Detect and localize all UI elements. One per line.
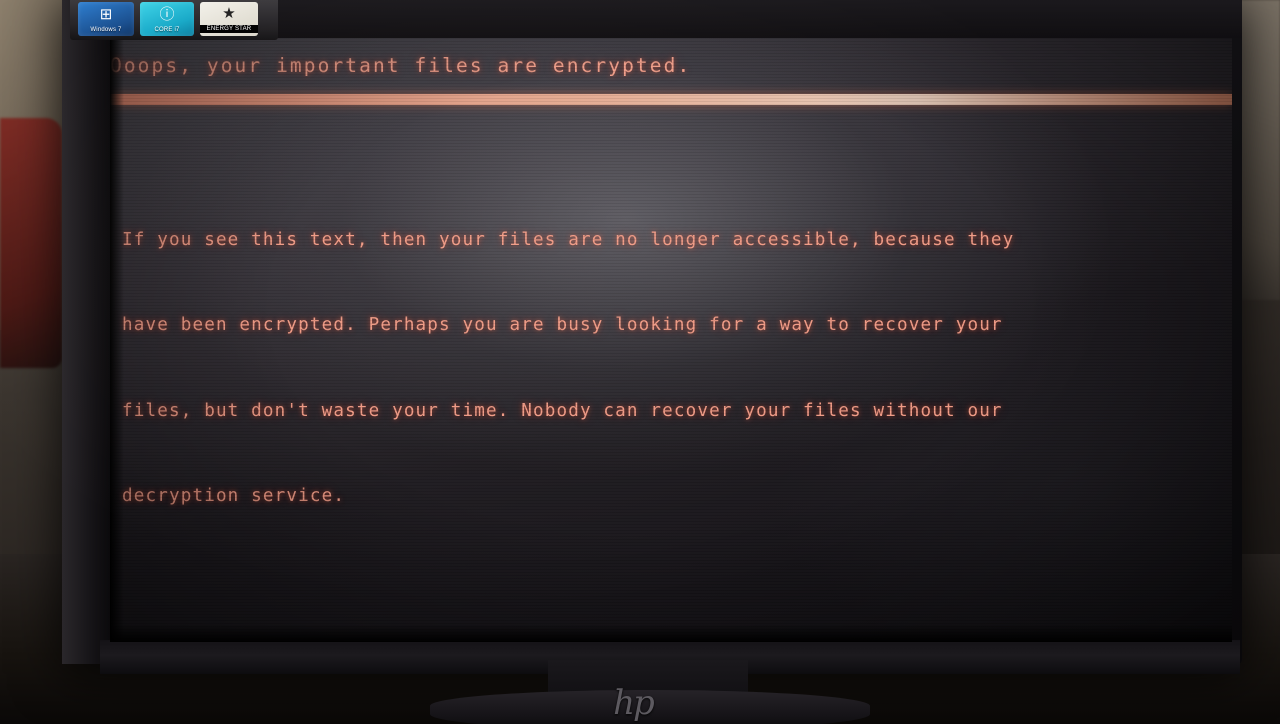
ransom-headline: Ooops, your important files are encrypte… [110, 54, 692, 77]
sticker-intel-core: ⓘ CORE i7 [140, 2, 194, 36]
intro-line-2: have been encrypted. Perhaps you are bus… [122, 315, 1003, 335]
screen-edge-shadow-left [110, 38, 124, 642]
intro-line-1: If you see this text, then your files ar… [122, 229, 1015, 250]
ransom-body: If you see this text, then your files ar… [110, 112, 1232, 643]
energy-star-icon: ★ [222, 5, 236, 22]
sticker-label: ENERGY STAR [200, 25, 258, 33]
photo-scene: hp ⊞ Windows 7 ⓘ CORE i7 ★ ENERGY STAR O… [0, 0, 1280, 724]
hp-logo: hp [613, 683, 655, 723]
sticker-label: CORE i7 [154, 27, 180, 33]
ransom-note: Ooops, your important files are encrypte… [110, 38, 1232, 642]
screen-edge-shadow-bottom [110, 624, 1232, 642]
paragraph-intro: If you see this text, then your files ar… [122, 169, 1232, 568]
sticker-energy-star: ★ ENERGY STAR [200, 2, 258, 36]
intel-logo-icon: ⓘ [159, 6, 175, 23]
sticker-label: Windows 7 [90, 27, 122, 33]
laptop-lid: ⊞ Windows 7 ⓘ CORE i7 ★ ENERGY STAR [70, 0, 278, 40]
intro-line-3: files, but don't waste your time. Nobody… [122, 400, 1003, 421]
intro-line-4: decryption service. [122, 486, 346, 506]
monitor-screen: Ooops, your important files are encrypte… [110, 38, 1232, 642]
windows-logo-icon: ⊞ [99, 6, 113, 23]
monitor-bezel-left [62, 0, 110, 664]
headline-divider [110, 93, 1232, 105]
red-chair [0, 118, 62, 368]
sticker-windows-7: ⊞ Windows 7 [78, 2, 134, 36]
